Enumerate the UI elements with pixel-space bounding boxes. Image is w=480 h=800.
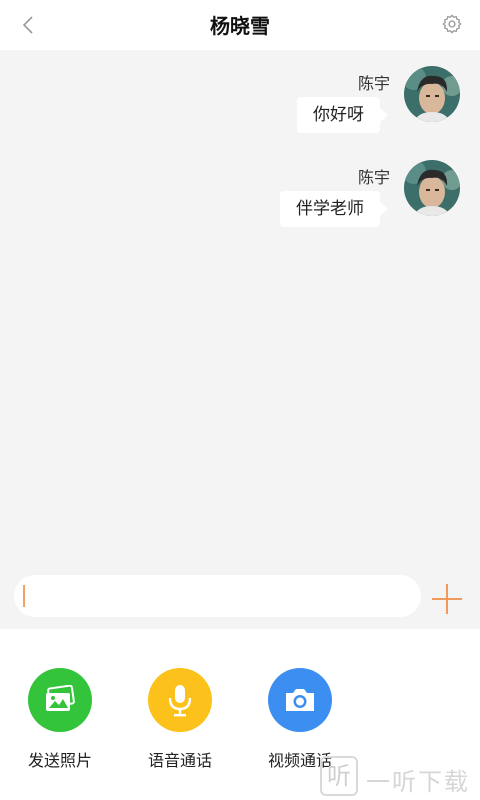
message-bubble[interactable]: 你好呀 bbox=[297, 97, 388, 133]
message-row: 陈宇 你好呀 bbox=[0, 50, 480, 133]
sender-name: 陈宇 bbox=[357, 74, 390, 93]
message-bubble[interactable]: 伴学老师 bbox=[280, 191, 388, 227]
avatar[interactable] bbox=[404, 160, 460, 216]
top-bar: 杨晓雪 bbox=[0, 0, 480, 50]
composer-bar bbox=[0, 565, 480, 629]
watermark: 听 一听下载 bbox=[316, 752, 480, 800]
photo-icon bbox=[28, 668, 92, 732]
page-title: 杨晓雪 bbox=[210, 14, 270, 38]
sender-name: 陈宇 bbox=[357, 168, 390, 187]
settings-button[interactable] bbox=[440, 12, 464, 36]
more-options-button[interactable] bbox=[432, 584, 462, 614]
camera-icon bbox=[268, 668, 332, 732]
text-caret bbox=[23, 585, 25, 607]
voice-call-label: 语音通话 bbox=[147, 751, 212, 770]
voice-call-button[interactable]: 语音通话 bbox=[130, 668, 230, 771]
chat-area[interactable]: 陈宇 你好呀 陈宇 伴学老师 bbox=[0, 50, 480, 565]
send-photo-label: 发送照片 bbox=[27, 751, 92, 770]
message-input[interactable] bbox=[14, 575, 421, 617]
send-photo-button[interactable]: 发送照片 bbox=[10, 668, 110, 771]
action-panel: 发送照片 语音通话 视频通话 听 一听下载 bbox=[0, 629, 480, 800]
gear-icon bbox=[442, 14, 462, 34]
microphone-icon bbox=[148, 668, 212, 732]
message-row: 陈宇 伴学老师 bbox=[0, 144, 480, 227]
watermark-text: 一听下载 bbox=[366, 768, 470, 796]
watermark-logo: 听 bbox=[320, 756, 358, 796]
avatar[interactable] bbox=[404, 66, 460, 122]
